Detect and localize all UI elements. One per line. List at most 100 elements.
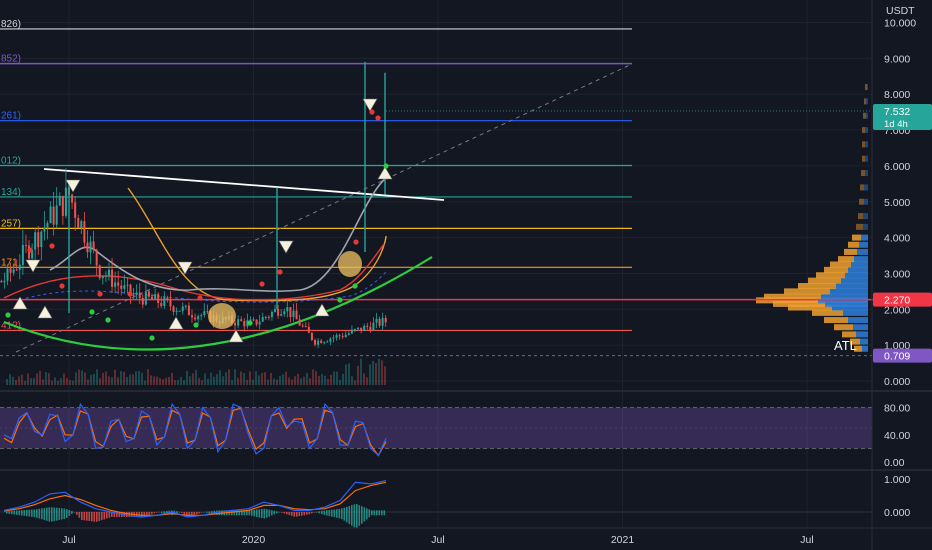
volume-profile-bar-down <box>856 331 868 338</box>
candle-body <box>237 319 240 326</box>
volume-bar <box>48 373 50 385</box>
candle-body <box>77 217 80 228</box>
oscillator-histogram-bar <box>348 505 351 525</box>
candle-body <box>323 342 326 344</box>
volume-bar <box>174 380 176 385</box>
volume-bar <box>183 380 185 385</box>
volume-bar <box>360 358 362 385</box>
volume-profile-bar-down <box>861 234 868 241</box>
candle-body <box>274 309 277 313</box>
volume-profile-bar-down <box>867 84 868 91</box>
sell-dot-marker <box>375 115 381 121</box>
volume-bar <box>45 372 47 385</box>
candle-body <box>234 322 237 326</box>
oscillator-histogram-bar <box>63 508 66 519</box>
volume-profile-bar-up <box>830 261 851 268</box>
oscillator-histogram-bar <box>98 512 101 521</box>
oscillator-histogram-bar <box>196 512 198 515</box>
candle-body <box>267 316 270 318</box>
volume-profile-bar-up <box>862 127 865 134</box>
candle-body <box>86 242 89 253</box>
sell-dot-marker <box>27 247 33 253</box>
candle-body <box>154 294 157 300</box>
oscillator-histogram-bar <box>46 507 48 521</box>
price-badge-countdown: 1d 4h <box>884 119 908 130</box>
oscillator-histogram-bar <box>318 511 321 514</box>
oscillator-histogram-bar <box>181 512 183 513</box>
volume-bar <box>87 379 89 385</box>
oscillator-histogram-bar <box>51 507 53 522</box>
oscillator-histogram-bar <box>126 512 128 517</box>
oscillator-histogram-bar <box>78 512 81 518</box>
candle-body <box>341 336 344 338</box>
volume-bar <box>270 372 272 385</box>
volume-bar <box>132 374 134 385</box>
volume-profile-bar-up <box>812 309 843 316</box>
candle-body <box>12 269 15 273</box>
candle-body <box>147 291 150 297</box>
candle-body <box>338 335 341 337</box>
candle-body <box>286 307 289 312</box>
volume-profile-bar-up <box>860 184 864 191</box>
volume-profile-bar-down <box>865 170 868 177</box>
volume-profile-bar-up <box>816 272 845 279</box>
volume-bar <box>330 374 332 385</box>
volume-profile-bar-down <box>859 241 868 248</box>
candle-body <box>258 321 261 325</box>
oscillator-histogram-bar <box>23 510 26 516</box>
oscillator-histogram-bar <box>158 511 161 513</box>
volume-bar <box>345 364 347 385</box>
volume-bar <box>285 371 287 385</box>
candle-body <box>249 319 252 321</box>
volume-bar <box>324 375 326 385</box>
sell-dot-marker <box>127 291 133 297</box>
buy-dot-marker <box>105 317 111 323</box>
volume-bar <box>75 372 77 385</box>
oscillator-histogram-bar <box>251 510 253 516</box>
price-badge-value: 7.532 <box>884 106 910 118</box>
volume-profile-bar-up <box>824 266 848 273</box>
candle-body <box>175 310 178 313</box>
buy-dot-marker <box>337 297 343 303</box>
volume-bar <box>369 364 371 385</box>
candle-body <box>344 334 347 338</box>
volume-bar <box>129 374 131 385</box>
volume-bar <box>297 373 299 385</box>
candle-body <box>151 296 154 300</box>
candle-body <box>347 333 350 335</box>
level-label: 134) <box>1 187 21 198</box>
oscillator-histogram-bar <box>363 507 366 522</box>
volume-profile-bar-up <box>861 170 865 177</box>
oscillator-histogram-bar <box>183 512 186 515</box>
atl-label: ATL <box>834 338 857 353</box>
volume-bar <box>372 360 374 385</box>
oscillator-histogram-bar <box>368 509 371 518</box>
candle-body <box>74 202 77 218</box>
oscillator-histogram-bar <box>108 512 111 518</box>
volume-bar <box>246 379 248 385</box>
candle-body <box>117 282 120 286</box>
candle-body <box>34 232 37 250</box>
volume-profile-bar-down <box>843 309 868 316</box>
oscillator-tick-label: 0.000 <box>884 507 910 519</box>
volume-bar <box>288 377 290 385</box>
candle-body <box>384 317 387 323</box>
oscillator-histogram-bar <box>161 511 163 513</box>
oscillator-histogram-bar <box>153 512 156 514</box>
buy-dot-marker <box>383 163 389 169</box>
trading-chart[interactable]: 826)852)261)012)134)257)17141?) USDT ATL… <box>0 0 932 550</box>
volume-bar <box>258 375 260 385</box>
candle-body <box>6 268 9 281</box>
buy-dot-marker <box>5 312 11 318</box>
candle-body <box>366 325 369 327</box>
volume-bar <box>357 365 359 385</box>
volume-bar <box>189 376 191 385</box>
volume-bar <box>39 370 41 385</box>
candle-body <box>0 280 3 283</box>
oscillator-histogram-bar <box>103 512 106 520</box>
volume-bar <box>276 379 278 385</box>
volume-profile-bar-down <box>848 317 868 324</box>
volume-bar <box>153 376 155 385</box>
currency-label: USDT <box>886 5 915 17</box>
volume-bar <box>108 376 110 385</box>
